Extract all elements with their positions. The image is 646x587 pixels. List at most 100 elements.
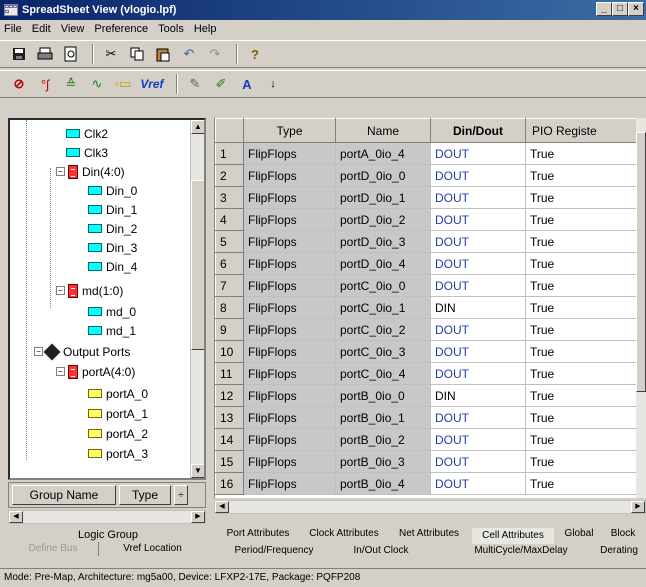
name-cell[interactable]: portC_0io_1 <box>335 296 431 319</box>
din-dout-cell[interactable]: DOUT <box>430 318 526 341</box>
din-dout-cell[interactable]: DIN <box>430 296 526 319</box>
din-dout-cell[interactable]: DOUT <box>430 186 526 209</box>
grid-vertical-scrollbar[interactable] <box>636 118 646 498</box>
tab-global[interactable]: Global <box>560 526 598 542</box>
menu-help[interactable]: Help <box>194 23 217 35</box>
name-cell[interactable]: portD_0io_1 <box>335 186 431 209</box>
tab-net-attributes[interactable]: Net Attributes <box>390 526 468 542</box>
name-cell[interactable]: portB_0io_3 <box>335 450 431 473</box>
group-type-column[interactable]: Type <box>119 485 171 505</box>
din-dout-cell[interactable]: DOUT <box>430 164 526 187</box>
din-dout-cell[interactable]: DOUT <box>430 362 526 385</box>
name-cell[interactable]: portC_0io_2 <box>335 318 431 341</box>
row-number-cell[interactable]: 15 <box>215 450 244 473</box>
table-row[interactable]: 11 FlipFlops portC_0io_4 DOUT True <box>215 362 646 385</box>
name-cell[interactable]: portB_0io_4 <box>335 472 431 495</box>
type-cell[interactable]: FlipFlops <box>243 318 336 341</box>
name-cell[interactable]: portC_0io_4 <box>335 362 431 385</box>
name-cell[interactable]: portD_0io_4 <box>335 252 431 275</box>
pio-register-cell[interactable]: True <box>525 428 646 451</box>
pio-register-cell[interactable]: True <box>525 384 646 407</box>
name-cell[interactable]: portC_0io_0 <box>335 274 431 297</box>
type-cell[interactable]: FlipFlops <box>243 428 336 451</box>
type-cell[interactable]: FlipFlops <box>243 362 336 385</box>
tab-block[interactable]: Block <box>600 526 646 542</box>
help-icon[interactable]: ? <box>244 43 266 65</box>
clock-constraint-icon[interactable]: °ʃ <box>34 73 56 95</box>
type-cell[interactable]: FlipFlops <box>243 208 336 231</box>
row-number-cell[interactable]: 14 <box>215 428 244 451</box>
corner-header[interactable] <box>215 118 244 143</box>
paste-icon[interactable] <box>152 43 174 65</box>
collapse-toggle[interactable]: − <box>56 367 65 376</box>
table-row[interactable]: 5 FlipFlops portD_0io_3 DOUT True <box>215 230 646 253</box>
pio-register-cell[interactable]: True <box>525 296 646 319</box>
print-preview-icon[interactable] <box>60 43 82 65</box>
type-cell[interactable]: FlipFlops <box>243 274 336 297</box>
tab-derating[interactable]: Derating <box>594 543 644 559</box>
type-cell[interactable]: FlipFlops <box>243 142 336 165</box>
sort-icon[interactable]: ↓ <box>262 73 284 95</box>
row-number-cell[interactable]: 8 <box>215 296 244 319</box>
vref-icon[interactable]: Vref <box>138 73 166 95</box>
io-type-icon[interactable]: ◦▭ <box>112 73 134 95</box>
pio-register-cell[interactable]: True <box>525 318 646 341</box>
row-number-cell[interactable]: 2 <box>215 164 244 187</box>
type-cell[interactable]: FlipFlops <box>243 252 336 275</box>
pio-register-cell[interactable]: True <box>525 406 646 429</box>
group-name-column[interactable]: Group Name <box>12 485 116 505</box>
din-dout-cell[interactable]: DOUT <box>430 472 526 495</box>
row-number-cell[interactable]: 3 <box>215 186 244 209</box>
copy-icon[interactable] <box>126 43 148 65</box>
menu-file[interactable]: File <box>4 23 22 35</box>
tree-item[interactable]: − md(1:0) <box>56 281 123 300</box>
name-cell[interactable]: portB_0io_0 <box>335 384 431 407</box>
table-row[interactable]: 12 FlipFlops portB_0io_0 DIN True <box>215 384 646 407</box>
grid-horizontal-scrollbar[interactable]: ◀ ▶ <box>214 500 646 514</box>
pio-register-cell[interactable]: True <box>525 450 646 473</box>
scroll-right-icon[interactable]: ▶ <box>191 511 205 523</box>
tree-item[interactable]: md_1 <box>88 321 136 340</box>
tree-item[interactable]: Din_4 <box>88 257 137 276</box>
collapse-toggle[interactable]: − <box>56 167 65 176</box>
table-row[interactable]: 14 FlipFlops portB_0io_2 DOUT True <box>215 428 646 451</box>
type-cell[interactable]: FlipFlops <box>243 450 336 473</box>
pio-register-cell[interactable]: True <box>525 362 646 385</box>
name-cell[interactable]: portD_0io_3 <box>335 230 431 253</box>
tab-port-attributes[interactable]: Port Attributes <box>218 526 298 542</box>
scroll-thumb[interactable] <box>191 180 204 350</box>
row-number-cell[interactable]: 9 <box>215 318 244 341</box>
column-header-type[interactable]: Type <box>243 118 336 143</box>
redo-icon[interactable]: ↷ <box>204 43 226 65</box>
menu-view[interactable]: View <box>61 23 85 35</box>
pio-register-cell[interactable]: True <box>525 472 646 495</box>
name-cell[interactable]: portD_0io_2 <box>335 208 431 231</box>
timing-wizard-icon[interactable]: ≙ <box>60 73 82 95</box>
scroll-right-icon[interactable]: ▶ <box>631 501 645 513</box>
tab-cell-attributes[interactable]: Cell Attributes <box>472 528 554 544</box>
type-cell[interactable]: FlipFlops <box>243 340 336 363</box>
table-row[interactable]: 16 FlipFlops portB_0io_4 DOUT True <box>215 472 646 495</box>
tree-item[interactable]: Clk2 <box>66 124 108 143</box>
group-scroll-icon[interactable]: ÷ <box>174 485 188 505</box>
pio-register-cell[interactable]: True <box>525 142 646 165</box>
tree-item[interactable]: md_0 <box>88 302 136 321</box>
row-number-cell[interactable]: 16 <box>215 472 244 495</box>
din-dout-cell[interactable]: DOUT <box>430 274 526 297</box>
pio-register-cell[interactable]: True <box>525 274 646 297</box>
tree-item[interactable]: portA_2 <box>88 424 148 443</box>
row-number-cell[interactable]: 5 <box>215 230 244 253</box>
tab-in-out-clock[interactable]: In/Out Clock <box>338 543 424 559</box>
pio-register-cell[interactable]: True <box>525 186 646 209</box>
din-dout-cell[interactable]: DOUT <box>430 208 526 231</box>
scroll-thumb[interactable] <box>636 132 646 392</box>
row-number-cell[interactable]: 13 <box>215 406 244 429</box>
tab-vref-location[interactable]: Vref Location <box>98 542 206 556</box>
tab-multicycle-maxdelay[interactable]: MultiCycle/MaxDelay <box>464 543 578 559</box>
table-row[interactable]: 1 FlipFlops portA_0io_4 DOUT True <box>215 142 646 165</box>
type-cell[interactable]: FlipFlops <box>243 164 336 187</box>
waveform-icon[interactable]: ∿ <box>86 73 108 95</box>
din-dout-cell[interactable]: DOUT <box>430 142 526 165</box>
table-row[interactable]: 8 FlipFlops portC_0io_1 DIN True <box>215 296 646 319</box>
type-cell[interactable]: FlipFlops <box>243 230 336 253</box>
